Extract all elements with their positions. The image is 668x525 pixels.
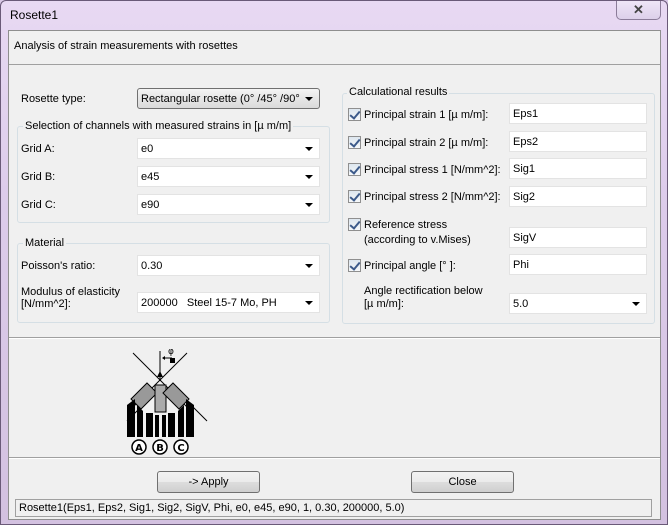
principal-strain-2-label: Principal strain 2 [µ m/m]: bbox=[364, 137, 489, 149]
principal-angle-label: Principal angle [° ]: bbox=[364, 260, 456, 272]
modulus-label-line2: [N/mm^2]: bbox=[21, 298, 71, 310]
chevron-down-icon bbox=[305, 147, 313, 151]
principal-stress-2-value: Sig2 bbox=[513, 191, 536, 203]
modulus-value: 200000 Steel 15-7 Mo, PH bbox=[141, 297, 277, 309]
separator-top bbox=[9, 337, 660, 339]
principal-angle-checkbox[interactable] bbox=[348, 259, 361, 272]
grid-b-foil bbox=[154, 384, 167, 413]
angle-rectification-label-line2: [µ m/m]: bbox=[364, 298, 404, 310]
dialog-description: Analysis of strain measurements with ros… bbox=[14, 40, 238, 52]
close-button[interactable]: Close bbox=[411, 471, 514, 493]
lead-tab bbox=[127, 399, 135, 437]
grid-b-select[interactable]: e45 bbox=[137, 166, 320, 187]
grid-label-c: C bbox=[177, 443, 184, 454]
principal-strain-1-checkbox[interactable] bbox=[348, 108, 361, 121]
principal-angle-input[interactable]: Phi bbox=[509, 254, 647, 275]
lead-tab bbox=[146, 413, 153, 437]
formula-text: Rosette1(Eps1, Eps2, Sig1, Sig2, SigV, P… bbox=[19, 502, 405, 514]
reference-stress-input[interactable]: SigV bbox=[509, 227, 647, 248]
separator-bottom bbox=[9, 457, 660, 459]
principal-strain-1-label: Principal strain 1 [µ m/m]: bbox=[364, 109, 489, 121]
principal-strain-2-checkbox[interactable] bbox=[348, 136, 361, 149]
lead-tab bbox=[137, 405, 143, 437]
poisson-label: Poisson's ratio: bbox=[21, 260, 96, 272]
poisson-value: 0.30 bbox=[141, 260, 163, 272]
axis-center-arrow bbox=[157, 371, 163, 377]
header-band: Analysis of strain measurements with ros… bbox=[9, 31, 660, 65]
grid-a-value: e0 bbox=[141, 143, 154, 155]
chevron-down-icon bbox=[305, 301, 313, 305]
grid-a-label: Grid A: bbox=[21, 143, 55, 155]
lead-tab bbox=[186, 399, 194, 437]
reference-stress-checkbox[interactable] bbox=[348, 218, 361, 231]
reference-stress-label-line1: Reference stress bbox=[364, 219, 448, 231]
material-group-title: Material bbox=[23, 237, 67, 249]
principal-stress-1-label: Principal stress 1 [N/mm^2]: bbox=[364, 164, 501, 176]
grid-label-a: A bbox=[135, 443, 143, 454]
grid-label-b-badge: B bbox=[152, 439, 168, 455]
grid-a-select[interactable]: e0 bbox=[137, 138, 320, 159]
phi-marker bbox=[170, 358, 175, 363]
angle-rectification-value: 5.0 bbox=[513, 298, 529, 310]
reference-stress-value: SigV bbox=[513, 232, 537, 244]
angle-rectification-select[interactable]: 5.0 bbox=[509, 293, 647, 314]
grid-c-value: e90 bbox=[141, 199, 160, 211]
chevron-down-icon bbox=[305, 264, 313, 268]
title-bar[interactable]: Rosette1 ✕ bbox=[1, 1, 667, 27]
rosette-type-value: Rectangular rosette (0° /45° /90° bbox=[141, 93, 300, 105]
grid-b-label: Grid B: bbox=[21, 171, 56, 183]
principal-strain-2-value: Eps2 bbox=[513, 136, 539, 148]
grid-label-a-badge: A bbox=[131, 439, 147, 455]
principal-strain-2-input[interactable]: Eps2 bbox=[509, 131, 647, 152]
window-close-button[interactable]: ✕ bbox=[616, 1, 661, 20]
chevron-down-icon bbox=[305, 175, 313, 179]
poisson-select[interactable]: 0.30 bbox=[137, 255, 320, 276]
principal-stress-1-input[interactable]: Sig1 bbox=[509, 158, 647, 179]
rosette-type-select[interactable]: Rectangular rosette (0° /45° /90° bbox=[137, 88, 320, 109]
modulus-select[interactable]: 200000 Steel 15-7 Mo, PH bbox=[137, 292, 320, 313]
principal-strain-1-input[interactable]: Eps1 bbox=[509, 103, 647, 124]
angle-rectification-label-line1: Angle rectification below bbox=[364, 285, 483, 297]
close-button-label: Close bbox=[448, 476, 477, 488]
lead-tab bbox=[155, 415, 159, 437]
axis-line-right-ext bbox=[192, 406, 208, 422]
principal-stress-1-checkbox[interactable] bbox=[348, 163, 361, 176]
rosette-diagram: φ A B C bbox=[126, 347, 208, 455]
lead-tab bbox=[178, 405, 184, 437]
close-icon: ✕ bbox=[633, 2, 644, 17]
principal-stress-1-value: Sig1 bbox=[513, 163, 536, 175]
modulus-label-line1: Modulus of elasticity bbox=[21, 286, 121, 298]
formula-status-bar: Rosette1(Eps1, Eps2, Sig1, Sig2, SigV, P… bbox=[15, 499, 652, 517]
phi-arrow-head bbox=[162, 356, 165, 360]
principal-angle-value: Phi bbox=[513, 259, 529, 271]
apply-button[interactable]: -> Apply bbox=[157, 471, 260, 493]
grid-label-b: B bbox=[156, 443, 164, 454]
rosette-type-label: Rosette type: bbox=[21, 93, 86, 105]
lead-tab bbox=[168, 413, 175, 437]
principal-stress-2-label: Principal stress 2 [N/mm^2]: bbox=[364, 191, 501, 203]
dialog-client-area: Analysis of strain measurements with ros… bbox=[8, 30, 661, 520]
principal-stress-2-input[interactable]: Sig2 bbox=[509, 186, 647, 207]
window-title: Rosette1 bbox=[10, 8, 59, 22]
grid-c-label: Grid C: bbox=[21, 199, 56, 211]
principal-stress-2-checkbox[interactable] bbox=[348, 190, 361, 203]
principal-strain-1-value: Eps1 bbox=[513, 108, 539, 120]
grid-b-value: e45 bbox=[141, 171, 160, 183]
chevron-down-icon bbox=[305, 97, 313, 101]
grid-c-select[interactable]: e90 bbox=[137, 194, 320, 215]
phi-symbol: φ bbox=[168, 347, 174, 357]
lead-tab bbox=[162, 415, 166, 437]
apply-button-label: -> Apply bbox=[188, 476, 229, 488]
reference-stress-label-line2: (according to v.Mises) bbox=[364, 234, 471, 246]
rosette-dialog: Rosette1 ✕ Analysis of strain measuremen… bbox=[0, 0, 668, 525]
grid-label-c-badge: C bbox=[173, 439, 189, 455]
chevron-down-icon bbox=[632, 302, 640, 306]
chevron-down-icon bbox=[305, 203, 313, 207]
results-group-title: Calculational results bbox=[347, 86, 450, 98]
channels-group-title: Selection of channels with measured stra… bbox=[23, 120, 294, 132]
